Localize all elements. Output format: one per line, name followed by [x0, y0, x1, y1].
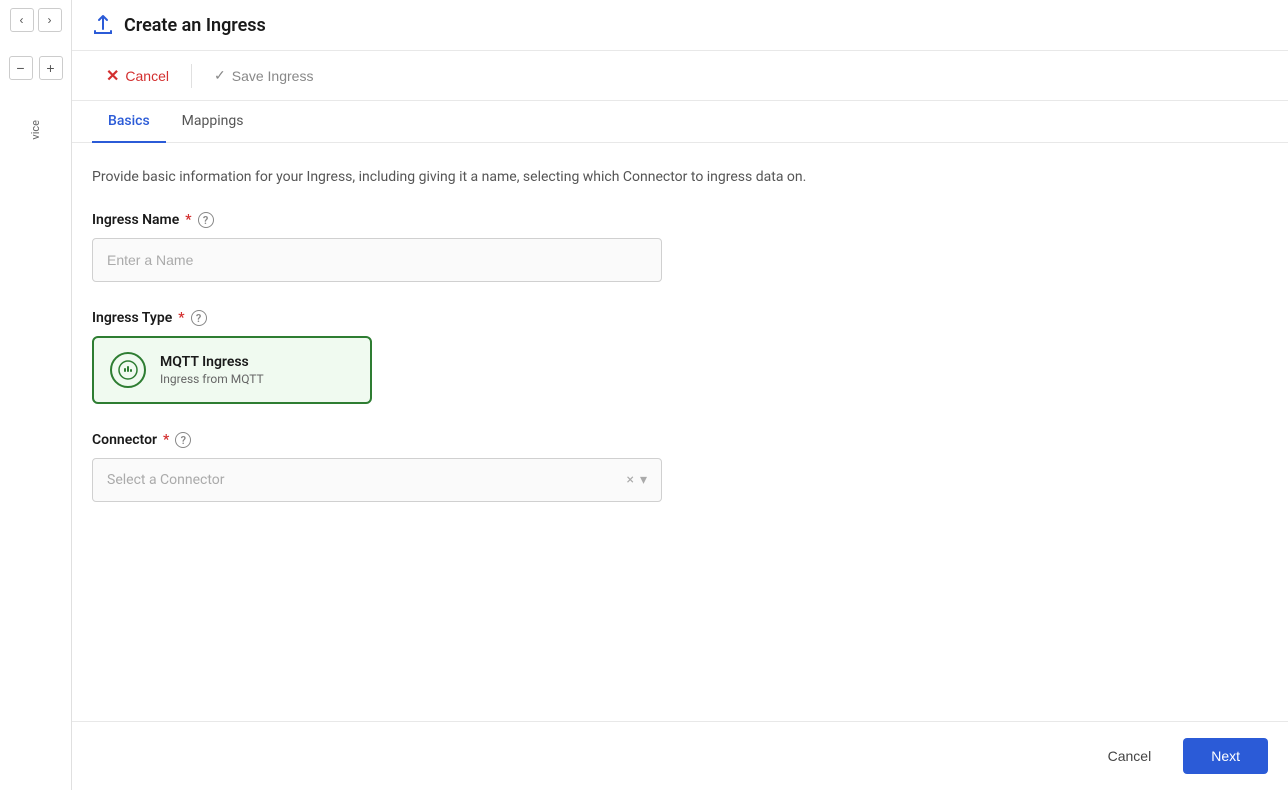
- ingress-name-help-icon[interactable]: ?: [198, 212, 214, 228]
- footer-next-button[interactable]: Next: [1183, 738, 1268, 774]
- toolbar-divider: [191, 64, 192, 88]
- ingress-name-input[interactable]: [92, 238, 662, 282]
- sidebar-next-button[interactable]: ›: [38, 8, 62, 32]
- check-icon: ✓: [214, 67, 226, 84]
- ingress-name-label: Ingress Name * ?: [92, 212, 1268, 228]
- sidebar-minus-button[interactable]: −: [9, 56, 33, 80]
- minus-icon: −: [16, 60, 24, 76]
- tab-mappings[interactable]: Mappings: [166, 101, 260, 143]
- sidebar: ‹ › − + vice: [0, 0, 72, 790]
- chevron-left-icon: ‹: [20, 13, 24, 27]
- connector-label: Connector * ?: [92, 432, 1268, 448]
- mqtt-card-text: MQTT Ingress Ingress from MQTT: [160, 354, 264, 386]
- plus-icon: +: [46, 60, 54, 76]
- connector-help-icon[interactable]: ?: [175, 432, 191, 448]
- ingress-type-help-icon[interactable]: ?: [191, 310, 207, 326]
- connector-dropdown-icon[interactable]: ▾: [640, 472, 647, 488]
- form-description: Provide basic information for your Ingre…: [92, 167, 1268, 188]
- page-header: Create an Ingress: [72, 0, 1288, 51]
- connector-group: Connector * ? Select a Connector × ▾: [92, 432, 1268, 502]
- ingress-type-required: *: [178, 310, 184, 326]
- save-ingress-label: Save Ingress: [232, 68, 314, 84]
- mqtt-card-subtitle: Ingress from MQTT: [160, 372, 264, 386]
- upload-icon: [92, 14, 114, 36]
- cancel-toolbar-label: Cancel: [125, 68, 169, 84]
- form-content: Provide basic information for your Ingre…: [72, 143, 1288, 721]
- tabs-bar: Basics Mappings: [72, 101, 1288, 143]
- mqtt-icon: [110, 352, 146, 388]
- sidebar-label: vice: [29, 120, 42, 140]
- connector-placeholder: Select a Connector: [107, 472, 225, 488]
- ingress-name-group: Ingress Name * ?: [92, 212, 1268, 282]
- type-card-mqtt[interactable]: MQTT Ingress Ingress from MQTT: [92, 336, 372, 404]
- sidebar-plus-button[interactable]: +: [39, 56, 63, 80]
- connector-select-controls: × ▾: [626, 472, 647, 488]
- type-cards-container: MQTT Ingress Ingress from MQTT: [92, 336, 1268, 404]
- footer-cancel-button[interactable]: Cancel: [1088, 738, 1172, 774]
- ingress-type-label: Ingress Type * ?: [92, 310, 1268, 326]
- chevron-right-icon: ›: [48, 13, 52, 27]
- sidebar-nav: ‹ ›: [10, 8, 62, 32]
- sidebar-controls: − +: [9, 56, 63, 80]
- save-ingress-button[interactable]: ✓ Save Ingress: [200, 61, 327, 90]
- sidebar-prev-button[interactable]: ‹: [10, 8, 34, 32]
- mqtt-card-title: MQTT Ingress: [160, 354, 264, 370]
- footer: Cancel Next: [72, 721, 1288, 790]
- main-content: Create an Ingress ✕ Cancel ✓ Save Ingres…: [72, 0, 1288, 790]
- cancel-toolbar-button[interactable]: ✕ Cancel: [92, 60, 183, 92]
- connector-clear-icon[interactable]: ×: [626, 472, 633, 488]
- connector-select[interactable]: Select a Connector × ▾: [92, 458, 662, 502]
- connector-required: *: [163, 432, 169, 448]
- x-icon: ✕: [106, 66, 119, 86]
- ingress-name-required: *: [185, 212, 191, 228]
- ingress-type-group: Ingress Type * ? MQTT Ingress: [92, 310, 1268, 404]
- page-title: Create an Ingress: [124, 15, 266, 36]
- toolbar: ✕ Cancel ✓ Save Ingress: [72, 51, 1288, 101]
- tab-basics[interactable]: Basics: [92, 101, 166, 143]
